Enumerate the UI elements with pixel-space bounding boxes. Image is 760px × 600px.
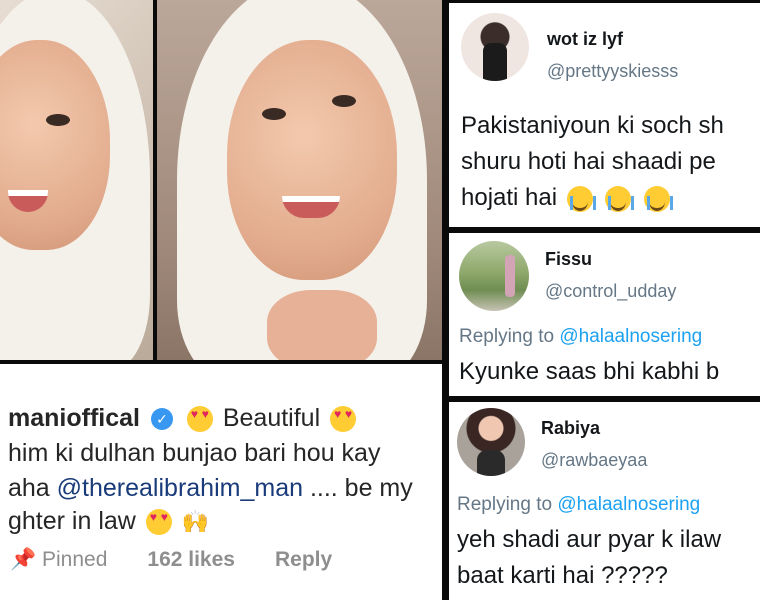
girl-face [227, 40, 397, 280]
comment-username[interactable]: manioffical [8, 404, 140, 432]
heart-eyes-emoji-icon [145, 509, 172, 536]
loudly-crying-emoji-icon [644, 185, 674, 212]
tweet-author-handle[interactable]: @rawbaeyaa [541, 450, 647, 471]
comment-actions: 📌 Pinned 162 likes Reply [10, 548, 332, 572]
girl-right-eye [332, 95, 356, 107]
tweet-text-line: yeh shadi aur pyar k ilaw [457, 526, 722, 553]
loudly-crying-emoji-icon [566, 185, 596, 212]
replying-mention-link[interactable]: @halaalnosering [557, 494, 700, 515]
child-eye [46, 114, 70, 126]
comment-line-1: manioffical ✓ Beautiful [8, 404, 359, 433]
reply-button[interactable]: Reply [275, 548, 332, 572]
child-photo [0, 0, 153, 360]
avatar[interactable] [461, 13, 529, 81]
tweet-author-handle[interactable]: @prettyyskiesss [547, 61, 678, 82]
avatar[interactable] [457, 408, 525, 476]
loudly-crying-emoji-icon [605, 185, 635, 212]
comment-text-beautiful: Beautiful [222, 404, 321, 432]
tweet-text-line: shuru hoti hai shaadi pe [461, 148, 716, 175]
replying-prefix: Replying to [459, 326, 555, 347]
tweet-text: hojati hai [461, 184, 558, 211]
comment-line-3: aha @therealibrahim_man .... be my [8, 474, 413, 503]
instagram-comment: manioffical ✓ Beautiful him ki dulhan bu… [0, 364, 442, 600]
tweet-text-line: baat karti hai ????? [457, 562, 668, 589]
verified-badge-icon: ✓ [150, 408, 173, 431]
avatar-figure [477, 450, 505, 476]
tweet-card: Fissu @control_udday Replying to @halaal… [449, 233, 760, 396]
tweet-text-line: Kyunke saas bhi kabhi b [459, 358, 720, 385]
pin-icon: 📌 [10, 548, 37, 571]
comment-mention-link[interactable]: @therealibrahim_man [57, 474, 303, 502]
raised-hands-emoji-icon: 🙌 [181, 509, 210, 535]
comment-text-end: ghter in law [8, 507, 136, 535]
pinned-text: Pinned [42, 548, 108, 571]
tweet-text-line-3: hojati hai [461, 180, 674, 216]
replying-prefix: Replying to [457, 494, 553, 515]
avatar-figure [483, 43, 507, 81]
likes-count[interactable]: 162 likes [147, 548, 235, 572]
tweet-card: wot iz lyf @prettyyskiesss Pakistaniyoun… [449, 3, 760, 227]
tweet-card: Rabiya @rawbaeyaa Replying to @halaalnos… [449, 402, 760, 600]
pinned-label: 📌 Pinned [10, 548, 107, 572]
avatar[interactable] [459, 241, 529, 311]
tweet-author-handle[interactable]: @control_udday [545, 281, 676, 302]
comment-line-2: him ki dulhan bunjao bari hou kay [8, 439, 381, 467]
replying-to: Replying to @halaalnosering [459, 326, 702, 348]
girl-left-eye [262, 108, 286, 120]
heart-eyes-emoji-icon [186, 406, 213, 433]
avatar-figure [505, 255, 515, 297]
comment-text-suffix: .... be my [309, 474, 413, 502]
replying-mention-link[interactable]: @halaalnosering [559, 326, 702, 347]
girl-photo [157, 0, 442, 360]
comment-line-4: ghter in law 🙌 [8, 507, 209, 536]
tweet-author-name[interactable]: Rabiya [541, 418, 600, 439]
heart-eyes-emoji-icon [330, 406, 357, 433]
tweet-author-name[interactable]: Fissu [545, 249, 592, 270]
tweet-text-line: Pakistaniyoun ki soch sh [461, 112, 724, 139]
replying-to: Replying to @halaalnosering [457, 494, 700, 516]
tweet-author-name[interactable]: wot iz lyf [547, 29, 623, 50]
comment-text-prefix: aha [8, 474, 50, 502]
hand [267, 290, 377, 360]
